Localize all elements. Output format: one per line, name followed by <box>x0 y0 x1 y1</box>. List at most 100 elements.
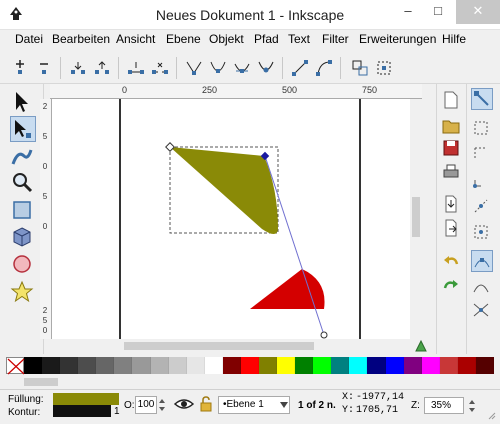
horizontal-scrollbar[interactable] <box>50 339 410 353</box>
segment-join-icon[interactable] <box>126 58 146 78</box>
ellipse-tool-icon[interactable] <box>10 252 36 278</box>
drawing-canvas[interactable] <box>52 99 410 339</box>
snap-nodes-icon[interactable] <box>471 250 493 272</box>
tweak-tool-icon[interactable] <box>10 144 36 170</box>
color-manage-icon[interactable] <box>414 339 428 353</box>
menu-bearbeiten[interactable]: Bearbeiten <box>52 32 110 46</box>
color-swatch[interactable] <box>186 357 205 374</box>
palette-scrollbar[interactable] <box>6 376 494 388</box>
vertical-scroll-thumb[interactable] <box>412 197 420 237</box>
stroke-indicator[interactable] <box>53 405 111 417</box>
menu-hilfe[interactable]: Hilfe <box>442 32 466 46</box>
snap-center-icon[interactable] <box>471 222 493 244</box>
segment-delete-icon[interactable] <box>150 58 170 78</box>
snap-enable-icon[interactable] <box>471 88 493 110</box>
export-icon[interactable] <box>441 218 463 240</box>
menu-datei[interactable]: Datei <box>15 32 43 46</box>
lock-icon[interactable] <box>199 396 213 412</box>
menu-text[interactable]: Text <box>288 32 310 46</box>
color-swatch[interactable] <box>114 357 133 374</box>
3d-box-tool-icon[interactable] <box>10 225 36 251</box>
color-swatch[interactable] <box>313 357 332 374</box>
menu-erweiterungen[interactable]: Erweiterungen <box>359 32 436 46</box>
redo-icon[interactable] <box>441 276 463 298</box>
segment-curve-icon[interactable] <box>314 58 334 78</box>
menu-filter[interactable]: Filter <box>322 32 349 46</box>
palette-scroll-thumb[interactable] <box>24 378 58 386</box>
node-delete-icon[interactable] <box>34 58 54 78</box>
node-add-icon[interactable] <box>10 58 30 78</box>
print-icon[interactable] <box>441 162 463 184</box>
rectangle-tool-icon[interactable] <box>10 198 36 224</box>
horizontal-scroll-thumb[interactable] <box>124 342 314 350</box>
open-folder-icon[interactable] <box>441 116 463 138</box>
color-swatch[interactable] <box>331 357 350 374</box>
opacity-spinner-icon[interactable] <box>158 398 166 412</box>
snap-bbox-icon[interactable] <box>471 118 493 140</box>
object-to-path-icon[interactable] <box>350 58 370 78</box>
color-swatch[interactable] <box>421 357 440 374</box>
color-swatch[interactable] <box>168 357 187 374</box>
color-swatch[interactable] <box>222 357 241 374</box>
node-join-icon[interactable] <box>68 58 88 78</box>
resize-grip-icon[interactable] <box>486 410 496 420</box>
color-swatch[interactable] <box>78 357 97 374</box>
zoom-spinner-icon[interactable] <box>468 399 476 413</box>
snap-intersection-icon[interactable] <box>471 300 493 322</box>
color-swatch[interactable] <box>475 357 495 374</box>
fill-indicator[interactable] <box>53 393 119 405</box>
no-color-swatch[interactable] <box>6 357 25 375</box>
zoom-input[interactable]: 35% <box>424 397 464 414</box>
color-swatch[interactable] <box>96 357 115 374</box>
stroke-width-value[interactable]: 1 <box>114 406 120 417</box>
node-symmetric-icon[interactable] <box>232 58 252 78</box>
segment-line-icon[interactable] <box>290 58 310 78</box>
snap-path-icon[interactable] <box>471 276 493 298</box>
menu-ebene[interactable]: Ebene <box>166 32 201 46</box>
node-handle[interactable] <box>165 142 175 152</box>
color-swatch[interactable] <box>259 357 278 374</box>
menu-pfad[interactable]: Pfad <box>254 32 279 46</box>
snap-bbox-edge-icon[interactable] <box>471 144 493 166</box>
menu-ansicht[interactable]: Ansicht <box>116 32 155 46</box>
star-tool-icon[interactable] <box>10 280 36 306</box>
color-swatch[interactable] <box>385 357 404 374</box>
save-icon[interactable] <box>441 138 463 160</box>
snap-bbox-corner-icon[interactable] <box>471 170 493 192</box>
vertical-scrollbar[interactable] <box>410 99 422 339</box>
node-smooth-icon[interactable] <box>208 58 228 78</box>
color-swatch[interactable] <box>439 357 458 374</box>
color-swatch[interactable] <box>403 357 422 374</box>
color-swatch[interactable] <box>132 357 151 374</box>
snap-midpoint-icon[interactable] <box>471 196 493 218</box>
node-cusp-icon[interactable] <box>184 58 204 78</box>
color-swatch[interactable] <box>367 357 386 374</box>
color-swatch[interactable] <box>150 357 169 374</box>
color-swatch[interactable] <box>349 357 368 374</box>
node-auto-icon[interactable] <box>256 58 276 78</box>
color-swatch[interactable] <box>24 357 43 374</box>
selector-tool-icon[interactable] <box>10 90 36 116</box>
olive-shape[interactable] <box>170 147 278 234</box>
color-swatch[interactable] <box>60 357 79 374</box>
opacity-input[interactable]: 100 <box>135 396 157 414</box>
chevron-down-icon[interactable] <box>280 402 288 408</box>
stroke-to-path-icon[interactable] <box>374 58 394 78</box>
import-icon[interactable] <box>441 194 463 216</box>
maximize-button[interactable]: □ <box>424 0 452 24</box>
eye-icon[interactable] <box>174 396 194 412</box>
color-swatch[interactable] <box>240 357 260 374</box>
close-button[interactable]: ✕ <box>456 0 500 24</box>
color-swatch[interactable] <box>295 357 314 374</box>
node-break-icon[interactable] <box>92 58 112 78</box>
zoom-tool-icon[interactable] <box>10 170 36 196</box>
node-tool-icon[interactable] <box>10 116 36 142</box>
color-swatch[interactable] <box>204 357 223 374</box>
minimize-button[interactable]: – <box>394 0 422 24</box>
undo-icon[interactable] <box>441 252 463 274</box>
color-swatch[interactable] <box>42 357 61 374</box>
color-swatch[interactable] <box>277 357 296 374</box>
new-document-icon[interactable] <box>441 90 463 112</box>
control-handle[interactable] <box>320 331 328 339</box>
menu-objekt[interactable]: Objekt <box>209 32 244 46</box>
